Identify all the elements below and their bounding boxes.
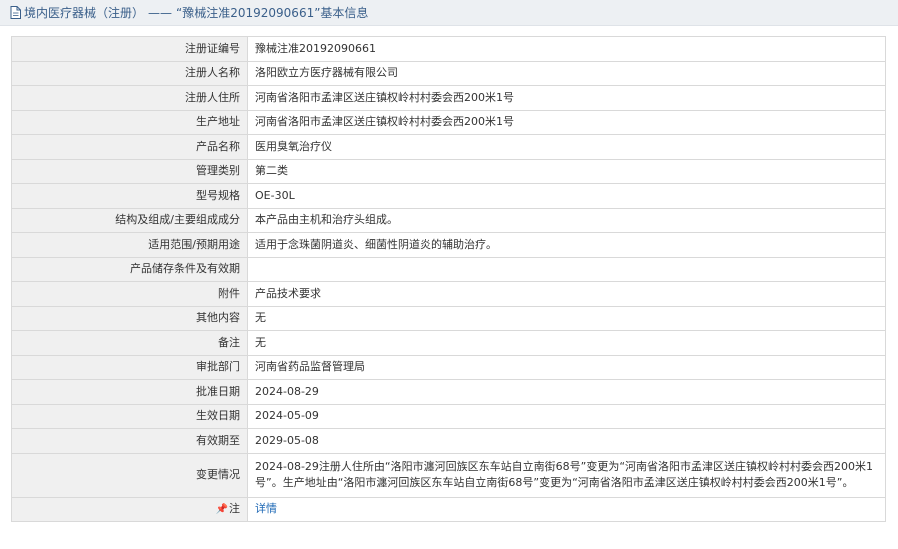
table-row: 生产地址 河南省洛阳市孟津区送庄镇权岭村村委会西200米1号 — [11, 109, 886, 135]
row-value: 适用于念珠菌阴道炎、细菌性阴道炎的辅助治疗。 — [247, 232, 886, 258]
note-label-cell: 📌注 — [11, 496, 248, 522]
details-link[interactable]: 详情 — [255, 502, 277, 515]
row-value: 豫械注准20192090661 — [247, 36, 886, 62]
row-value: 2024-08-29 — [247, 379, 886, 405]
header-separator: —— — [148, 5, 173, 20]
table-row: 有效期至 2029-05-08 — [11, 428, 886, 454]
table-row: 注册人住所 河南省洛阳市孟津区送庄镇权岭村村委会西200米1号 — [11, 85, 886, 111]
row-value — [247, 256, 886, 282]
row-label: 注册人名称 — [11, 60, 248, 86]
header-category: 境内医疗器械（注册） — [24, 6, 145, 20]
table-row: 变更情况 2024-08-29注册人住所由“洛阳市瀍河回族区东车站自立南街68号”… — [11, 452, 886, 498]
document-icon — [10, 6, 21, 19]
row-value: 2029-05-08 — [247, 428, 886, 454]
row-value: 2024-05-09 — [247, 403, 886, 429]
row-label: 管理类别 — [11, 158, 248, 184]
row-label: 适用范围/预期用途 — [11, 232, 248, 258]
row-label: 产品储存条件及有效期 — [11, 256, 248, 282]
row-value: 无 — [247, 305, 886, 331]
row-value: OE-30L — [247, 183, 886, 209]
table-row: 附件 产品技术要求 — [11, 281, 886, 307]
row-value: 河南省洛阳市孟津区送庄镇权岭村村委会西200米1号 — [247, 109, 886, 135]
table-row: 批准日期 2024-08-29 — [11, 379, 886, 405]
table-row: 备注无 — [11, 330, 886, 356]
row-label: 注册人住所 — [11, 85, 248, 111]
table-row: 产品名称 医用臭氧治疗仪 — [11, 134, 886, 160]
row-value: 第二类 — [247, 158, 886, 184]
page-header: 境内医疗器械（注册） —— “豫械注准20192090661”基本信息 — [0, 0, 898, 26]
table-row: 结构及组成/主要组成成分 本产品由主机和治疗头组成。 — [11, 207, 886, 233]
row-label: 附件 — [11, 281, 248, 307]
pin-icon: 📌 — [215, 503, 228, 515]
table-row: 适用范围/预期用途 适用于念珠菌阴道炎、细菌性阴道炎的辅助治疗。 — [11, 232, 886, 258]
row-label: 批准日期 — [11, 379, 248, 405]
table-row: 型号规格 OE-30L — [11, 183, 886, 209]
row-value: 产品技术要求 — [247, 281, 886, 307]
table-row: 产品储存条件及有效期 — [11, 256, 886, 282]
header-title: “豫械注准20192090661”基本信息 — [176, 6, 369, 20]
row-label: 生产地址 — [11, 109, 248, 135]
table-row: 生效日期 2024-05-09 — [11, 403, 886, 429]
row-label: 注册证编号 — [11, 36, 248, 62]
row-label: 其他内容 — [11, 305, 248, 331]
row-label: 备注 — [11, 330, 248, 356]
row-value: 本产品由主机和治疗头组成。 — [247, 207, 886, 233]
table-row: 注册证编号 豫械注准20192090661 — [11, 36, 886, 62]
row-value: 无 — [247, 330, 886, 356]
row-label: 变更情况 — [11, 452, 248, 498]
table-row: 管理类别 第二类 — [11, 158, 886, 184]
note-label: 注 — [229, 501, 240, 515]
table-row: 审批部门 河南省药品监督管理局 — [11, 354, 886, 380]
row-value: 医用臭氧治疗仪 — [247, 134, 886, 160]
row-label: 产品名称 — [11, 134, 248, 160]
note-value-cell: 详情 — [247, 496, 886, 522]
row-value: 2024-08-29注册人住所由“洛阳市瀍河回族区东车站自立南街68号”变更为“… — [247, 452, 886, 498]
row-value: 洛阳欧立方医疗器械有限公司 — [247, 60, 886, 86]
row-label: 生效日期 — [11, 403, 248, 429]
row-label: 结构及组成/主要组成成分 — [11, 207, 248, 233]
row-label: 有效期至 — [11, 428, 248, 454]
table-row: 注册人名称 洛阳欧立方医疗器械有限公司 — [11, 60, 886, 86]
row-value: 河南省洛阳市孟津区送庄镇权岭村村委会西200米1号 — [247, 85, 886, 111]
table-row: 其他内容无 — [11, 305, 886, 331]
info-table: 注册证编号 豫械注准20192090661 注册人名称 洛阳欧立方医疗器械有限公司 … — [11, 36, 886, 522]
row-label: 型号规格 — [11, 183, 248, 209]
note-row: 📌注 详情 — [11, 496, 886, 522]
row-label: 审批部门 — [11, 354, 248, 380]
row-value: 河南省药品监督管理局 — [247, 354, 886, 380]
